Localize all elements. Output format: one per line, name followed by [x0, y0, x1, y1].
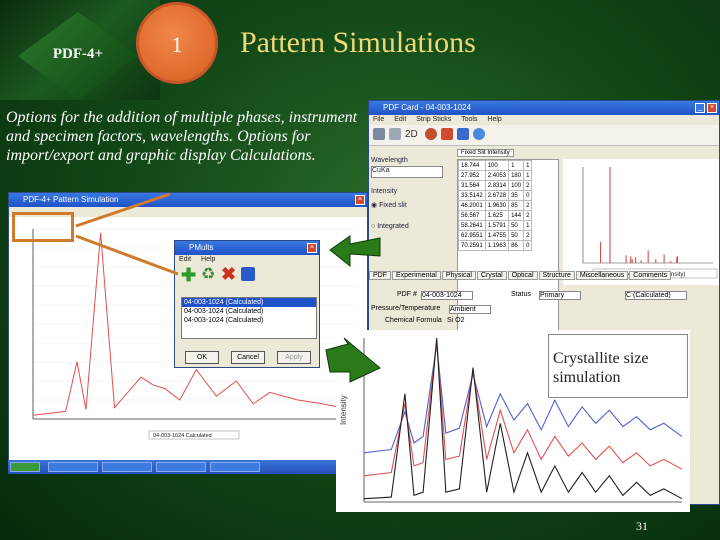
annotation-layer	[75, 192, 381, 383]
slide: PDF-4+ 1 Pattern Simulations Options for…	[0, 0, 720, 540]
arrow-left-icon	[329, 235, 381, 268]
callout-line	[75, 192, 171, 228]
callout-line	[75, 234, 179, 276]
page-number: 31	[636, 519, 648, 533]
arrow-right-icon	[325, 337, 381, 383]
